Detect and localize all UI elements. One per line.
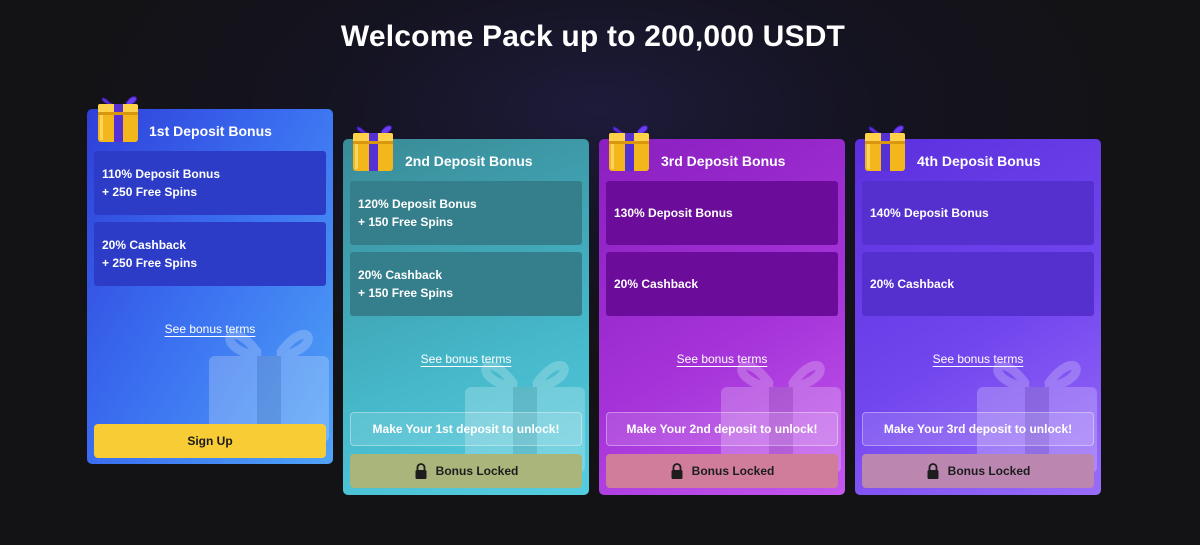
gift-icon — [347, 117, 403, 175]
bonus-line: + 250 Free Spins — [102, 185, 198, 199]
bonus-box-cashback: 20% Cashback + 150 Free Spins — [350, 252, 582, 316]
see-bonus-terms-link[interactable]: See bonus terms — [343, 352, 589, 366]
gift-icon — [859, 117, 915, 175]
bonus-box-deposit: 110% Deposit Bonus + 250 Free Spins — [94, 151, 326, 215]
bonus-line: + 150 Free Spins — [358, 215, 454, 229]
unlock-hint-button[interactable]: Make Your 2nd deposit to unlock! — [606, 412, 838, 446]
bonus-box-cashback: 20% Cashback — [606, 252, 838, 316]
see-bonus-terms-link[interactable]: See bonus terms — [599, 352, 845, 366]
card-title: 1st Deposit Bonus — [149, 123, 272, 139]
bonus-line: 130% Deposit Bonus — [614, 206, 733, 220]
see-bonus-terms-link[interactable]: See bonus terms — [855, 352, 1101, 366]
bonus-box-cashback: 20% Cashback + 250 Free Spins — [94, 222, 326, 286]
locked-label: Bonus Locked — [435, 464, 519, 478]
bonus-line: 20% Cashback — [102, 238, 187, 252]
locked-label: Bonus Locked — [947, 464, 1031, 478]
sign-up-button[interactable]: Sign Up — [94, 424, 326, 458]
bonus-line: 140% Deposit Bonus — [870, 206, 989, 220]
unlock-hint-button[interactable]: Make Your 3rd deposit to unlock! — [862, 412, 1094, 446]
gift-icon — [92, 88, 148, 146]
gift-icon — [603, 117, 659, 175]
card-title: 4th Deposit Bonus — [917, 153, 1041, 169]
bonus-line: 20% Cashback — [358, 268, 443, 282]
bonus-line: + 250 Free Spins — [102, 256, 198, 270]
bonus-box-deposit: 120% Deposit Bonus + 150 Free Spins — [350, 181, 582, 245]
locked-label: Bonus Locked — [691, 464, 775, 478]
lock-icon — [926, 463, 940, 479]
bonus-line: 120% Deposit Bonus — [358, 197, 477, 211]
deposit-card-3: 3rd Deposit Bonus 130% Deposit Bonus 20%… — [599, 139, 845, 495]
lock-icon — [414, 463, 428, 479]
bonus-locked-button: Bonus Locked — [606, 454, 838, 488]
lock-icon — [670, 463, 684, 479]
card-title: 2nd Deposit Bonus — [405, 153, 533, 169]
bonus-line: 20% Cashback — [870, 277, 955, 291]
bonus-line: 110% Deposit Bonus — [102, 167, 221, 181]
unlock-hint-button[interactable]: Make Your 1st deposit to unlock! — [350, 412, 582, 446]
bonus-box-cashback: 20% Cashback — [862, 252, 1094, 316]
bonus-locked-button: Bonus Locked — [350, 454, 582, 488]
see-bonus-terms-link[interactable]: See bonus terms — [87, 322, 333, 336]
deposit-card-4: 4th Deposit Bonus 140% Deposit Bonus 20%… — [855, 139, 1101, 495]
bonus-box-deposit: 140% Deposit Bonus — [862, 181, 1094, 245]
deposit-card-2: 2nd Deposit Bonus 120% Deposit Bonus + 1… — [343, 139, 589, 495]
card-title: 3rd Deposit Bonus — [661, 153, 786, 169]
bonus-box-deposit: 130% Deposit Bonus — [606, 181, 838, 245]
bonus-line: 20% Cashback — [614, 277, 699, 291]
deposit-card-1: 1st Deposit Bonus 110% Deposit Bonus + 2… — [87, 109, 333, 464]
page-title: Welcome Pack up to 200,000 USDT — [340, 20, 846, 53]
bonus-line: + 150 Free Spins — [358, 286, 454, 300]
bonus-locked-button: Bonus Locked — [862, 454, 1094, 488]
